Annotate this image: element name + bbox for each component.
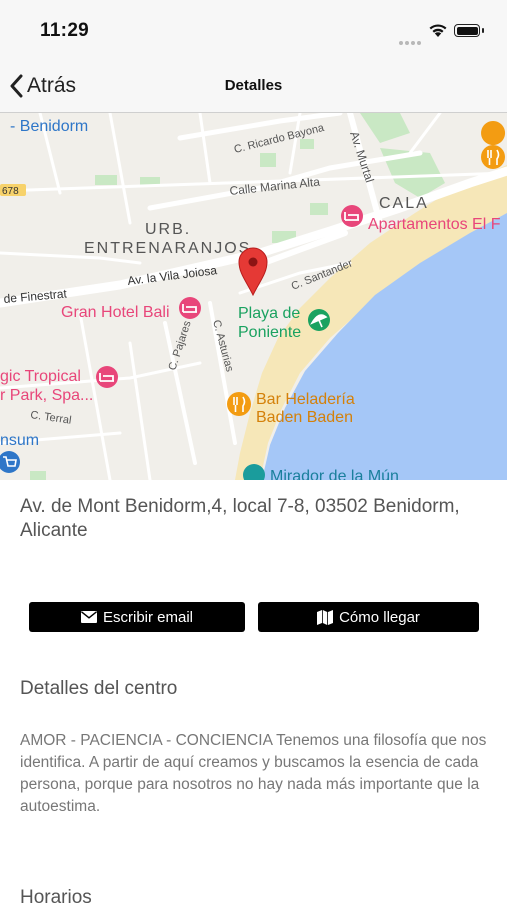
directions-button[interactable]: Cómo llegar [258, 602, 479, 632]
email-button-label: Escribir email [102, 608, 193, 626]
map-label-area: CALA [379, 195, 429, 212]
hotel-icon[interactable] [341, 205, 363, 227]
hotel-icon[interactable] [179, 297, 201, 319]
map-label-poi: r Park, Spa... [0, 387, 93, 404]
schedule-section-title: Horarios [20, 887, 92, 908]
wifi-icon [429, 24, 447, 37]
details-section-title: Detalles del centro [20, 678, 178, 699]
map-label-poi: Poniente [238, 324, 301, 341]
map-label-poi: Apartamentos El F [368, 216, 501, 233]
navigation-bar: Atrás Detalles [0, 60, 507, 113]
directions-button-label: Cómo llegar [339, 608, 420, 626]
map-label-area: URB. [145, 221, 191, 238]
map-canvas[interactable]: 678 - Benidorm C. Ricardo Bayona Av. Mur… [0, 113, 507, 480]
battery-tip [482, 28, 484, 33]
map-label-road: 678 [2, 186, 19, 197]
envelope-icon [80, 611, 97, 623]
hotel-icon[interactable] [96, 366, 118, 388]
map-label-poi: gic Tropical [0, 368, 81, 385]
map-label-area: ENTRENARANJOS [84, 240, 251, 257]
details-description: AMOR - PACIENCIA - CONCIENCIA Tenemos un… [20, 732, 487, 815]
map-label-poi: Gran Hotel Bali [61, 304, 170, 321]
map-label-poi: Playa de [238, 305, 300, 322]
location-map[interactable]: 678 - Benidorm C. Ricardo Bayona Av. Mur… [0, 113, 507, 480]
map-label-poi: Bar Heladería [256, 391, 355, 408]
address-text: Av. de Mont Benidorm,4, local 7-8, 03502… [20, 496, 460, 541]
beach-icon[interactable] [308, 309, 330, 331]
page-title: Detalles [224, 77, 283, 94]
email-button[interactable]: Escribir email [29, 602, 245, 632]
map-label-poi: nsum [0, 432, 39, 449]
restaurant-icon[interactable] [227, 392, 251, 416]
status-bar: 11:29 [0, 0, 507, 60]
map-label-benidorm: - Benidorm [10, 118, 88, 135]
map-label-poi: Mirador de la Mún [270, 468, 399, 480]
battery-icon [454, 24, 480, 37]
status-time: 11:29 [40, 20, 90, 41]
cellular-signal-icon [399, 32, 423, 50]
map-icon [317, 609, 334, 625]
map-label-poi: Baden Baden [256, 409, 353, 426]
